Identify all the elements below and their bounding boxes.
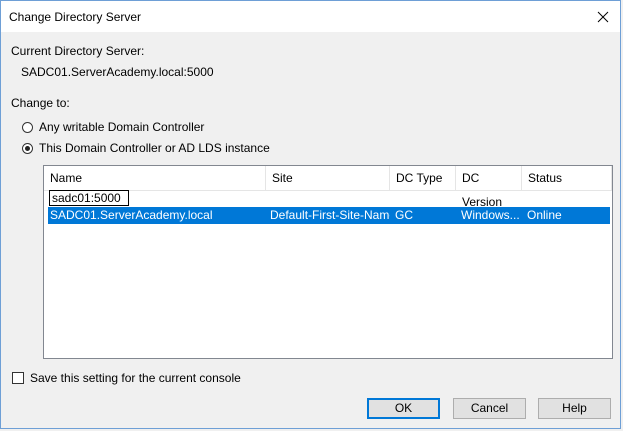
change-directory-server-dialog: Change Directory Server Current Director… xyxy=(0,0,621,429)
column-header-name[interactable]: Name xyxy=(44,166,266,190)
cell-site: Default-First-Site-Name xyxy=(270,208,390,222)
cancel-button[interactable]: Cancel xyxy=(453,398,526,419)
column-header-dc-version[interactable]: DC Version xyxy=(456,166,522,209)
cell-name: SADC01.ServerAcademy.local xyxy=(50,208,213,222)
list-header: Name Site DC Type DC Version Status xyxy=(44,166,612,209)
change-to-label: Change to: xyxy=(11,96,70,110)
save-setting-checkbox-row[interactable]: Save this setting for the current consol… xyxy=(12,371,241,385)
save-setting-checkbox[interactable] xyxy=(12,372,24,384)
help-button[interactable]: Help xyxy=(538,398,611,419)
column-header-status[interactable]: Status xyxy=(522,166,612,190)
close-icon xyxy=(597,11,609,22)
radio-label: Any writable Domain Controller xyxy=(39,120,205,134)
current-server-label: Current Directory Server: xyxy=(11,44,145,58)
radio-this-dc-or-adlds[interactable]: This Domain Controller or AD LDS instanc… xyxy=(22,141,270,155)
radio-button-selected[interactable] xyxy=(22,142,33,154)
column-header-dc-type[interactable]: DC Type xyxy=(390,166,456,190)
ok-button[interactable]: OK xyxy=(367,398,440,419)
domain-controller-list[interactable]: Name Site DC Type DC Version Status SADC… xyxy=(43,165,613,359)
cell-status: Online xyxy=(527,208,562,222)
current-server-value: SADC01.ServerAcademy.local:5000 xyxy=(21,65,214,79)
cell-dc-version: Windows... xyxy=(461,208,520,222)
cell-dc-type: GC xyxy=(395,208,413,222)
radio-any-writable-dc[interactable]: Any writable Domain Controller xyxy=(22,120,204,134)
window-title: Change Directory Server xyxy=(9,10,142,24)
close-button[interactable] xyxy=(586,1,620,32)
radio-button[interactable] xyxy=(22,121,33,133)
title-bar: Change Directory Server xyxy=(1,1,620,32)
server-name-input[interactable] xyxy=(49,190,129,206)
radio-label: This Domain Controller or AD LDS instanc… xyxy=(39,141,270,155)
table-row[interactable]: SADC01.ServerAcademy.local Default-First… xyxy=(48,207,610,224)
save-setting-label: Save this setting for the current consol… xyxy=(30,371,241,385)
column-header-site[interactable]: Site xyxy=(266,166,390,190)
